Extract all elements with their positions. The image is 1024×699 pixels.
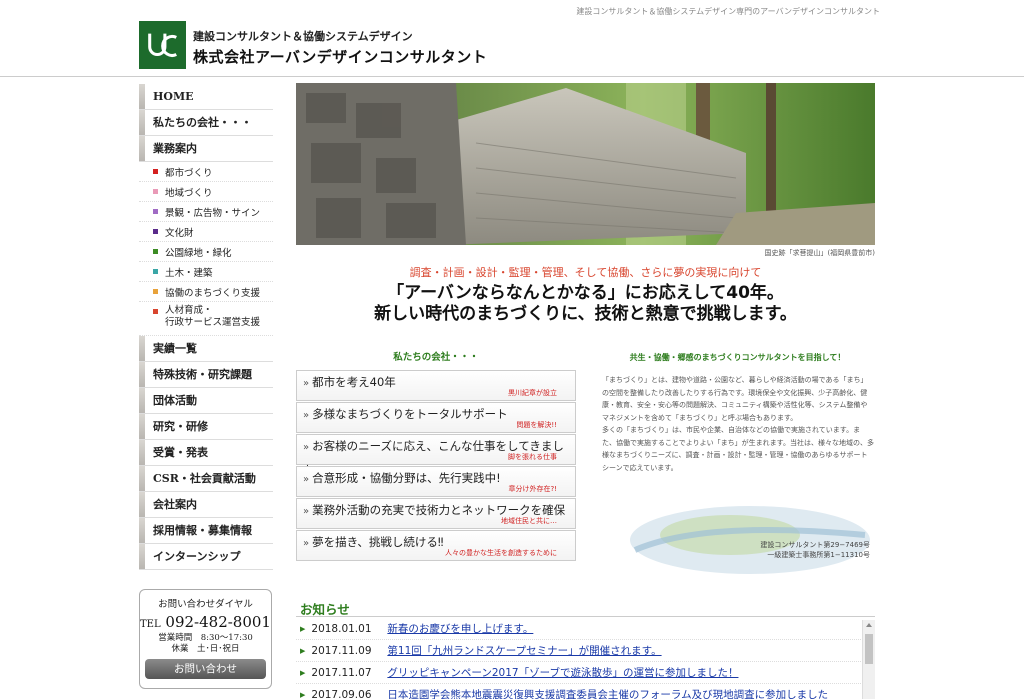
header-tagline: 建設コンサルタント＆協働システムデザイン専門のアーバンデザインコンサルタント xyxy=(576,7,880,16)
about-text: 「まちづくり」とは、建物や道路・公園など、暮らしや経済活動の場である「まち」の空… xyxy=(602,376,874,472)
news-item: ▶ 2017.09.06 日本造園学会熊本地震震災復興支援調査委員会主催のフォーラム… xyxy=(296,684,875,699)
company-link-40years[interactable]: » 都市を考え40年 黒川紀章が設立 xyxy=(296,370,576,401)
company-link-works[interactable]: »お客様のニーズに応え、こんな仕事をしてきました脚を張れる仕事 xyxy=(296,434,576,477)
nav-sub-civil[interactable]: 土木・建築 xyxy=(139,262,273,282)
company-section-title: 私たちの会社・・・ xyxy=(393,352,479,363)
company-links: » 都市を考え40年 黒川紀章が設立 » 多様なまちづくりをトータルサポート 問題を解決… xyxy=(296,370,576,562)
bullet-square-icon xyxy=(153,229,158,234)
contact-title: お問い合わせダイヤル xyxy=(158,599,253,610)
company-logo[interactable] xyxy=(139,21,186,69)
hero-image xyxy=(296,83,875,245)
contact-phone: TEL 092-482-8001 xyxy=(140,613,271,631)
bullet-square-icon xyxy=(153,309,158,314)
nav-company-info[interactable]: 会社案内 xyxy=(139,492,273,518)
nav-sub-park[interactable]: 公園緑地・緑化 xyxy=(139,242,273,262)
company-link-dream[interactable]: » 夢を描き、挑戦し続ける‼ 人々の豊かな生活を創造するために xyxy=(296,530,576,561)
double-chevron-right-icon: » xyxy=(303,378,310,389)
nav-sub-urban[interactable]: 都市づくり xyxy=(139,162,273,182)
double-chevron-right-icon: » xyxy=(303,538,310,549)
nav-special-tech[interactable]: 特殊技術・研究課題 xyxy=(139,362,273,388)
company-subtitle: 建設コンサルタント＆協働システムデザイン xyxy=(193,30,413,43)
scroll-up-icon[interactable] xyxy=(866,623,872,627)
contact-box: お問い合わせダイヤル TEL 092-482-8001 営業時間 8:30～17… xyxy=(139,589,272,689)
nav-internship[interactable]: インターンシップ xyxy=(139,544,273,570)
registration-numbers: 建設コンサルタント第29−7469号 一級建築士事務所第1−11310号 xyxy=(760,541,870,559)
nav-sub-training[interactable]: 人材育成・ 行政サービス運営支援 xyxy=(139,302,273,336)
double-chevron-right-icon: » xyxy=(303,474,310,485)
nav-sub-regional[interactable]: 地域づくり xyxy=(139,182,273,202)
nav-services[interactable]: 業務案内 xyxy=(139,136,273,162)
triangle-right-icon: ▶ xyxy=(300,624,306,633)
news-item: ▶ 2017.11.09 第11回「九州ランドスケープセミナー」が開催されます。 xyxy=(296,640,875,662)
about-title: 共生・協働・郷感のまちづくりコンサルタントを目指して！ xyxy=(629,353,846,362)
main-headline: 「アーバンならなんとかなる」にお応えして40年。 新しい時代のまちづくりに、技術… xyxy=(374,283,797,324)
scrollbar-thumb[interactable] xyxy=(865,634,873,664)
triangle-right-icon: ▶ xyxy=(300,668,306,677)
nav-achievements[interactable]: 実績一覧 xyxy=(139,336,273,362)
nav-our-company[interactable]: 私たちの会社・・・ xyxy=(139,110,273,136)
triangle-right-icon: ▶ xyxy=(300,690,306,699)
nav-recruit[interactable]: 採用情報・募集情報 xyxy=(139,518,273,544)
sidebar-nav: HOME 私たちの会社・・・ 業務案内 都市づくり 地域づくり 景観・広告物・サ… xyxy=(139,84,273,570)
company-link-total-support[interactable]: » 多様なまちづくりをトータルサポート 問題を解決!! xyxy=(296,402,576,433)
service-tagline: 調査・計画・設計・監理・管理、そして協働、さらに夢の実現に向けて xyxy=(409,266,762,279)
bullet-square-icon xyxy=(153,249,158,254)
contact-hours: 営業時間 8:30～17:30 休業 土･日･祝日 xyxy=(158,633,253,654)
udc-logo-icon xyxy=(147,33,177,57)
news-item: ▶ 2018.01.01 新春のお慶びを申し上げます。 xyxy=(296,618,875,640)
stone-wall-photo xyxy=(296,83,875,245)
company-name[interactable]: 株式会社アーバンデザインコンサルタント xyxy=(193,46,487,67)
news-scrollbar[interactable] xyxy=(862,620,875,699)
double-chevron-right-icon: » xyxy=(303,506,310,517)
news-item: ▶ 2017.11.07 グリッピキャンペーン2017「ゾーブで遊泳散歩」の運営に参… xyxy=(296,662,875,684)
bullet-square-icon xyxy=(153,189,158,194)
nav-research[interactable]: 研究・研修 xyxy=(139,414,273,440)
hero-caption: 国史跡「求菩提山」(福岡県豊前市) xyxy=(764,249,875,257)
bullet-square-icon xyxy=(153,289,158,294)
nav-sub-collab[interactable]: 協働のまちづくり支援 xyxy=(139,282,273,302)
news-list: ▶ 2018.01.01 新春のお慶びを申し上げます。 ▶ 2017.11.09 第11… xyxy=(296,618,875,699)
double-chevron-right-icon: » xyxy=(303,442,310,453)
company-link-consensus[interactable]: » 合意形成・協働分野は、先行実践中! 章分け外存在?! xyxy=(296,466,576,497)
triangle-right-icon: ▶ xyxy=(300,646,306,655)
double-chevron-right-icon: » xyxy=(303,410,310,421)
bullet-square-icon xyxy=(153,269,158,274)
nav-awards[interactable]: 受賞・発表 xyxy=(139,440,273,466)
header-divider xyxy=(0,76,1024,77)
news-divider xyxy=(296,616,875,617)
nav-group-activity[interactable]: 団体活動 xyxy=(139,388,273,414)
bullet-square-icon xyxy=(153,169,158,174)
town-map-illustration xyxy=(630,506,870,574)
nav-sub-cultural[interactable]: 文化財 xyxy=(139,222,273,242)
nav-home[interactable]: HOME xyxy=(139,84,273,110)
nav-csr[interactable]: CSR・社会貢献活動 xyxy=(139,466,273,492)
nav-sub-landscape[interactable]: 景観・広告物・サイン xyxy=(139,202,273,222)
bullet-square-icon xyxy=(153,209,158,214)
company-link-network[interactable]: » 業務外活動の充実で技術力とネットワークを確保 地域住民と共に… xyxy=(296,498,576,529)
contact-button[interactable]: お問い合わせ xyxy=(145,659,266,679)
